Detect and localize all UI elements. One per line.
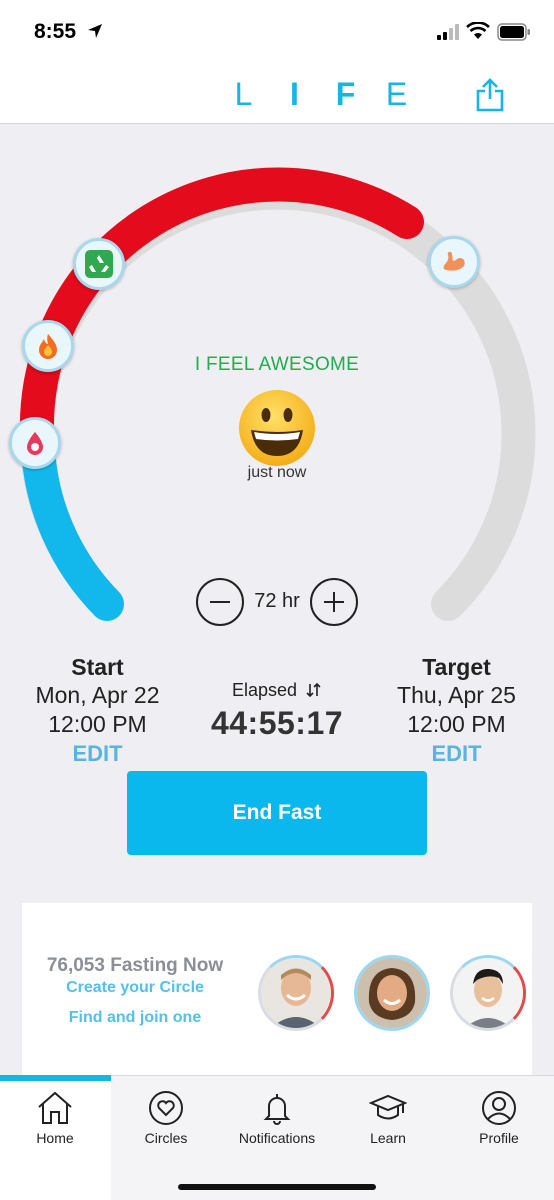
- share-icon[interactable]: [474, 78, 506, 112]
- logo-letter: E: [385, 76, 408, 112]
- duration-stepper: 72 hr: [196, 578, 358, 626]
- edit-target-button[interactable]: EDIT: [359, 741, 554, 767]
- mood-label: I FEEL AWESOME: [194, 354, 360, 375]
- home-icon: [38, 1091, 72, 1124]
- heart-circle-icon: [149, 1091, 183, 1125]
- tab-home[interactable]: Home: [0, 1086, 110, 1166]
- tab-learn[interactable]: Learn: [333, 1086, 443, 1166]
- tab-bar: Home Circles Notifications Learn Profile: [0, 1075, 554, 1200]
- target-info: Target Thu, Apr 25 12:00 PM EDIT: [359, 654, 554, 767]
- battery-icon: [497, 23, 530, 41]
- grinning-face-icon[interactable]: [237, 388, 317, 468]
- tab-label: Profile: [479, 1130, 519, 1146]
- tab-notifications[interactable]: Notifications: [222, 1086, 332, 1166]
- start-info: Start Mon, Apr 22 12:00 PM EDIT: [0, 654, 195, 767]
- decrease-duration-button[interactable]: [196, 578, 244, 626]
- app-header: L I F E: [0, 66, 554, 124]
- swap-arrows-icon: [306, 682, 321, 698]
- create-circle-link[interactable]: Create your Circle: [22, 979, 248, 997]
- elapsed-info: Elapsed 44:55:17: [176, 680, 378, 742]
- bell-icon: [263, 1094, 291, 1125]
- tab-circles[interactable]: Circles: [111, 1086, 221, 1166]
- cellular-signal-icon: [437, 24, 459, 40]
- target-date: Thu, Apr 25: [397, 682, 516, 708]
- start-time: 12:00 PM: [48, 711, 147, 737]
- target-title: Target: [422, 654, 491, 680]
- community-card: 76,053 Fasting Now Create your Circle Fi…: [22, 903, 532, 1075]
- elapsed-label[interactable]: Elapsed: [176, 680, 378, 701]
- avatar-image: [261, 958, 331, 1028]
- avatar[interactable]: [450, 955, 526, 1031]
- elapsed-timer: 44:55:17: [210, 705, 344, 741]
- wifi-icon: [466, 22, 490, 39]
- logo-letter: L: [234, 76, 253, 112]
- status-time: 8:55: [34, 20, 77, 43]
- active-tab-indicator: [0, 1075, 111, 1081]
- elapsed-label-text: Elapsed: [231, 680, 298, 700]
- logo-letter: I: [290, 76, 299, 112]
- avatar[interactable]: [354, 955, 430, 1031]
- muscle-milestone[interactable]: [428, 236, 480, 288]
- location-arrow-icon: [88, 24, 102, 38]
- recycle-milestone[interactable]: [73, 238, 125, 290]
- fasting-now-count: 76,053 Fasting Now: [46, 955, 224, 976]
- tab-label: Circles: [144, 1130, 188, 1146]
- tab-profile[interactable]: Profile: [444, 1086, 554, 1166]
- target-time: 12:00 PM: [407, 711, 506, 737]
- increase-duration-button[interactable]: [310, 578, 358, 626]
- logo-letter: F: [335, 76, 356, 112]
- start-date: Mon, Apr 22: [35, 682, 160, 708]
- muscle-milestone-icon: [443, 251, 465, 271]
- elapsed-arc: [19, 167, 424, 465]
- end-fast-button[interactable]: End Fast: [127, 771, 427, 855]
- tab-label: Home: [36, 1130, 74, 1146]
- tab-label: Learn: [370, 1130, 406, 1146]
- duration-value: 72 hr: [254, 590, 300, 612]
- graduation-cap-icon: [369, 1094, 407, 1120]
- profile-icon: [482, 1091, 516, 1125]
- edit-start-button[interactable]: EDIT: [0, 741, 195, 767]
- avatar[interactable]: [258, 955, 334, 1031]
- avatar-image: [453, 958, 523, 1028]
- app-logo: L I F E: [218, 76, 422, 113]
- avatar-image: [357, 958, 427, 1028]
- recycle-milestone-icon: [85, 250, 113, 278]
- tab-label: Notifications: [238, 1130, 316, 1146]
- start-title: Start: [71, 654, 124, 680]
- droplet-milestone-icon: [27, 432, 43, 455]
- fasting-gauge: I FEEL AWESOME just now 72 hr: [0, 124, 554, 664]
- droplet-milestone[interactable]: [9, 417, 61, 469]
- find-circle-link[interactable]: Find and join one: [22, 1009, 248, 1027]
- mood-timestamp: just now: [247, 464, 307, 481]
- status-bar: 8:55: [0, 0, 554, 66]
- home-indicator: [178, 1184, 376, 1190]
